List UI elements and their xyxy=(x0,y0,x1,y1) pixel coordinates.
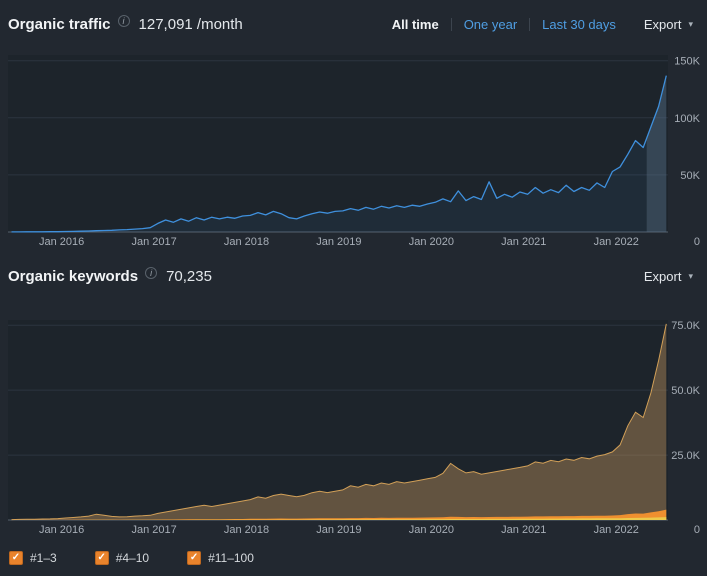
keywords-x-tick-label: Jan 2019 xyxy=(316,524,361,536)
keywords-y-tick-label: 25.0K xyxy=(671,450,700,462)
organic-traffic-chart[interactable]: 0 50K 100K 150K Jan 2016 Jan 2017 Jan 2018 Jan … xyxy=(0,48,707,252)
tab-divider xyxy=(529,17,531,31)
keywords-legend: ✓ #1–3 ✓ #4–10 ✓ #11–100 xyxy=(0,540,707,576)
legend-label-4-10: #4–10 xyxy=(115,551,150,565)
keywords-x-tick-label: Jan 2016 xyxy=(39,524,84,536)
tab-last-30-days[interactable]: Last 30 days xyxy=(542,17,616,32)
traffic-x-tick-label: Jan 2016 xyxy=(39,236,84,248)
traffic-y-tick-label: 150K xyxy=(674,56,700,68)
traffic-title: Organic traffic xyxy=(8,15,111,33)
keywords-y-tick-label: 50.0K xyxy=(671,385,700,397)
organic-keywords-chart[interactable]: 0 25.0K 50.0K 75.0K Jan 2016 Jan 2017 Jan 2018… xyxy=(0,300,707,540)
tab-one-year[interactable]: One year xyxy=(464,17,517,32)
traffic-x-tick-label: Jan 2020 xyxy=(409,236,454,248)
traffic-y-tick-label: 100K xyxy=(674,113,700,125)
traffic-export-button[interactable]: Export ▾ xyxy=(644,17,693,32)
keywords-header: Organic keywords i 70,235 Export ▾ xyxy=(0,252,707,300)
keywords-value: 70,235 xyxy=(166,267,212,285)
checkbox-checked-icon[interactable]: ✓ xyxy=(94,551,109,565)
keywords-x-tick-label: Jan 2021 xyxy=(501,524,546,536)
organic-keywords-section: Organic keywords i 70,235 Export ▾ 0 25.0… xyxy=(0,252,707,576)
keywords-export-button[interactable]: Export ▾ xyxy=(644,269,693,284)
keywords-title: Organic keywords xyxy=(8,267,139,285)
traffic-x-tick-label: Jan 2022 xyxy=(594,236,639,248)
keywords-y-tick-label: 0 xyxy=(694,524,700,536)
chevron-down-icon: ▾ xyxy=(688,18,693,29)
chevron-down-icon: ▾ xyxy=(688,270,693,281)
keywords-x-tick-label: Jan 2020 xyxy=(409,524,454,536)
info-icon[interactable]: i xyxy=(145,267,158,279)
traffic-x-tick-label: Jan 2017 xyxy=(131,236,176,248)
tab-all-time[interactable]: All time xyxy=(392,17,439,32)
organic-traffic-section: Organic traffic i 127,091 /month All tim… xyxy=(0,0,707,252)
checkbox-checked-icon[interactable]: ✓ xyxy=(9,551,23,565)
legend-item-1-3[interactable]: ✓ #1–3 xyxy=(9,551,57,565)
checkbox-checked-icon[interactable]: ✓ xyxy=(187,551,202,565)
traffic-x-tick-label: Jan 2021 xyxy=(501,236,546,248)
legend-item-11-100[interactable]: ✓ #11–100 xyxy=(187,551,254,565)
keywords-x-tick-label: Jan 2017 xyxy=(131,524,176,536)
traffic-y-tick-label: 0 xyxy=(694,236,700,248)
legend-label-11-100: #11–100 xyxy=(208,551,254,565)
tab-divider xyxy=(450,17,452,31)
info-icon[interactable]: i xyxy=(117,15,130,27)
traffic-x-tick-label: Jan 2019 xyxy=(316,236,361,248)
keywords-x-tick-label: Jan 2018 xyxy=(224,524,269,536)
export-label: Export xyxy=(643,268,682,284)
traffic-header: Organic traffic i 127,091 /month All tim… xyxy=(0,0,707,48)
traffic-value: 127,091 /month xyxy=(138,15,243,33)
analytics-dashboard: Organic traffic i 127,091 /month All tim… xyxy=(0,0,707,576)
legend-item-4-10[interactable]: ✓ #4–10 xyxy=(94,551,150,565)
date-range-tabs: All time One year Last 30 days xyxy=(392,17,616,32)
keywords-y-tick-label: 75.0K xyxy=(671,320,700,332)
traffic-y-tick-label: 50K xyxy=(680,170,700,182)
export-label: Export xyxy=(643,16,682,32)
legend-label-1-3: #1–3 xyxy=(30,551,57,565)
traffic-x-tick-label: Jan 2018 xyxy=(224,236,269,248)
keywords-x-tick-label: Jan 2022 xyxy=(594,524,639,536)
